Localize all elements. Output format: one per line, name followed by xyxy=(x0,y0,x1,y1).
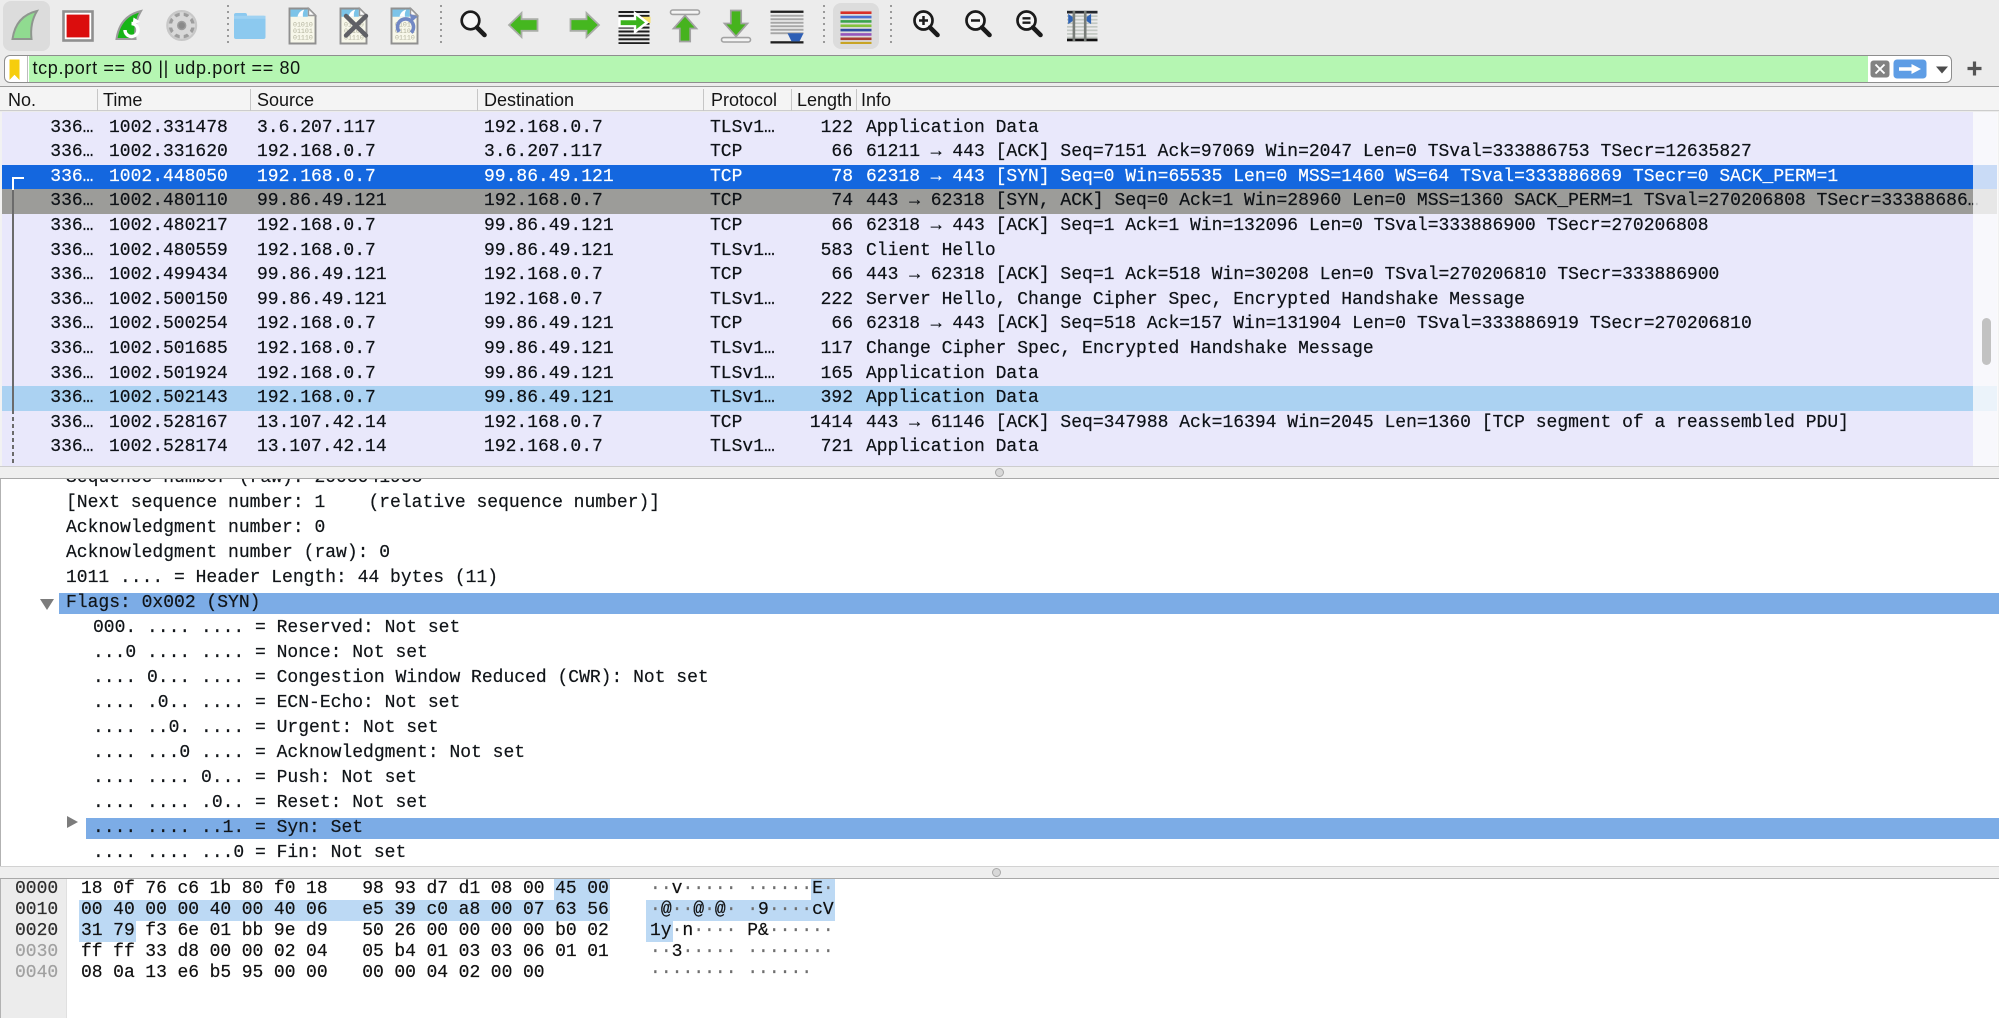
svg-text:01110: 01110 xyxy=(395,35,415,42)
svg-text:01110: 01110 xyxy=(293,35,313,42)
